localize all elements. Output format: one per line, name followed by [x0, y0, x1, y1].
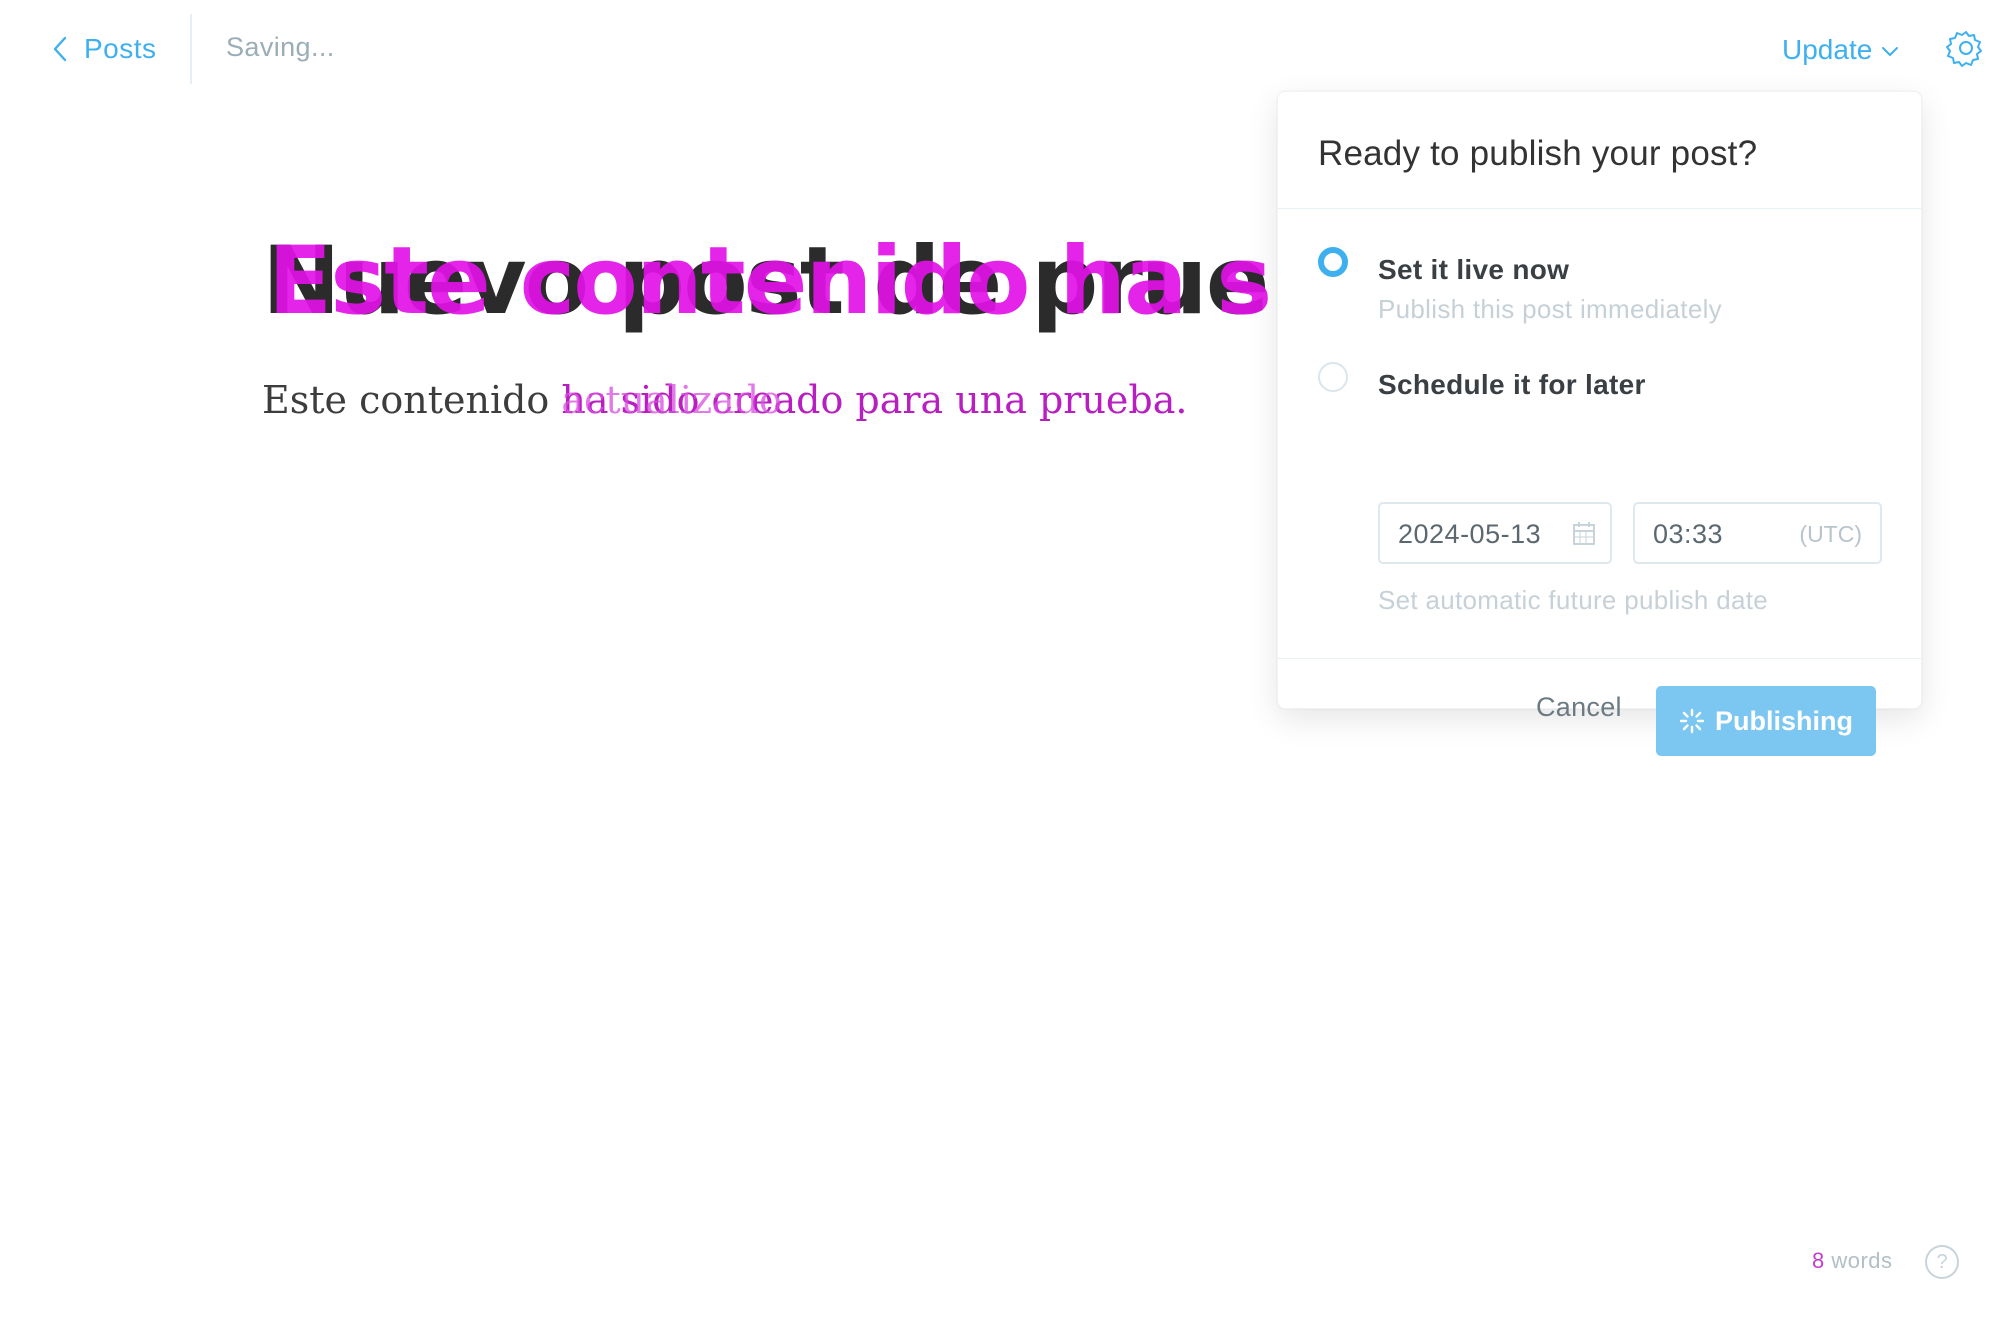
post-body-editor[interactable]: Este contenido ha sido creado para una p… [262, 372, 1187, 428]
calendar-icon[interactable] [1572, 520, 1596, 546]
post-body-stable-text: Este contenido [262, 378, 562, 422]
help-question-icon[interactable]: ? [1925, 1245, 1959, 1279]
schedule-time-input[interactable]: 03:33 (UTC) [1633, 502, 1882, 564]
publish-menu-footer-divider [1278, 658, 1921, 659]
word-count-number: 8 [1812, 1248, 1825, 1273]
word-count-label: words [1824, 1248, 1893, 1273]
topbar-divider [190, 14, 192, 84]
editor-top-bar: Posts Saving... Update [0, 0, 2000, 98]
spinner-icon [1679, 708, 1705, 734]
option-later-label: Schedule it for later [1378, 369, 1646, 400]
radio-now-selected[interactable] [1318, 247, 1348, 277]
option-now-label: Set it live now [1378, 254, 1570, 285]
timezone-label: (UTC) [1799, 521, 1862, 547]
publishing-button[interactable]: Publishing [1656, 686, 1876, 756]
schedule-time-value: 03:33 [1653, 519, 1724, 549]
back-to-posts-link[interactable]: Posts [50, 28, 157, 70]
word-count: 8 words [1812, 1248, 1893, 1274]
chevron-left-icon [53, 36, 67, 62]
radio-later[interactable] [1318, 362, 1348, 392]
post-title-ghost-text: Este contenido ha sido [268, 227, 1272, 336]
chevron-down-icon [1882, 47, 1899, 56]
back-link-label: Posts [84, 33, 157, 64]
schedule-hint: Set automatic future publish date [1378, 585, 1769, 615]
update-button-label: Update [1782, 34, 1873, 65]
publish-menu-header: Ready to publish your post? [1278, 92, 1921, 209]
update-dropdown-button[interactable]: Update [1782, 30, 1900, 70]
save-status: Saving... [226, 32, 335, 62]
cancel-button[interactable]: Cancel [1536, 692, 1622, 723]
publishing-button-label: Publishing [1715, 705, 1853, 736]
settings-gear-icon[interactable] [1946, 28, 1986, 68]
publish-menu-title: Ready to publish your post? [1318, 134, 1758, 173]
option-now-description: Publish this post immediately [1378, 294, 1722, 324]
post-title-input[interactable]: Nuevo post de prueba Este contenido ha s… [262, 222, 1272, 342]
schedule-date-value: 2024-05-13 [1398, 519, 1542, 549]
post-body-changing-wrap: ha sido creado para una prueba. actualiza… [561, 372, 1187, 428]
publish-menu-popover: Ready to publish your post? Set it live … [1277, 91, 1922, 756]
schedule-date-input[interactable]: 2024-05-13 [1378, 502, 1612, 564]
post-body-ghost-text: actualizado [561, 378, 782, 422]
